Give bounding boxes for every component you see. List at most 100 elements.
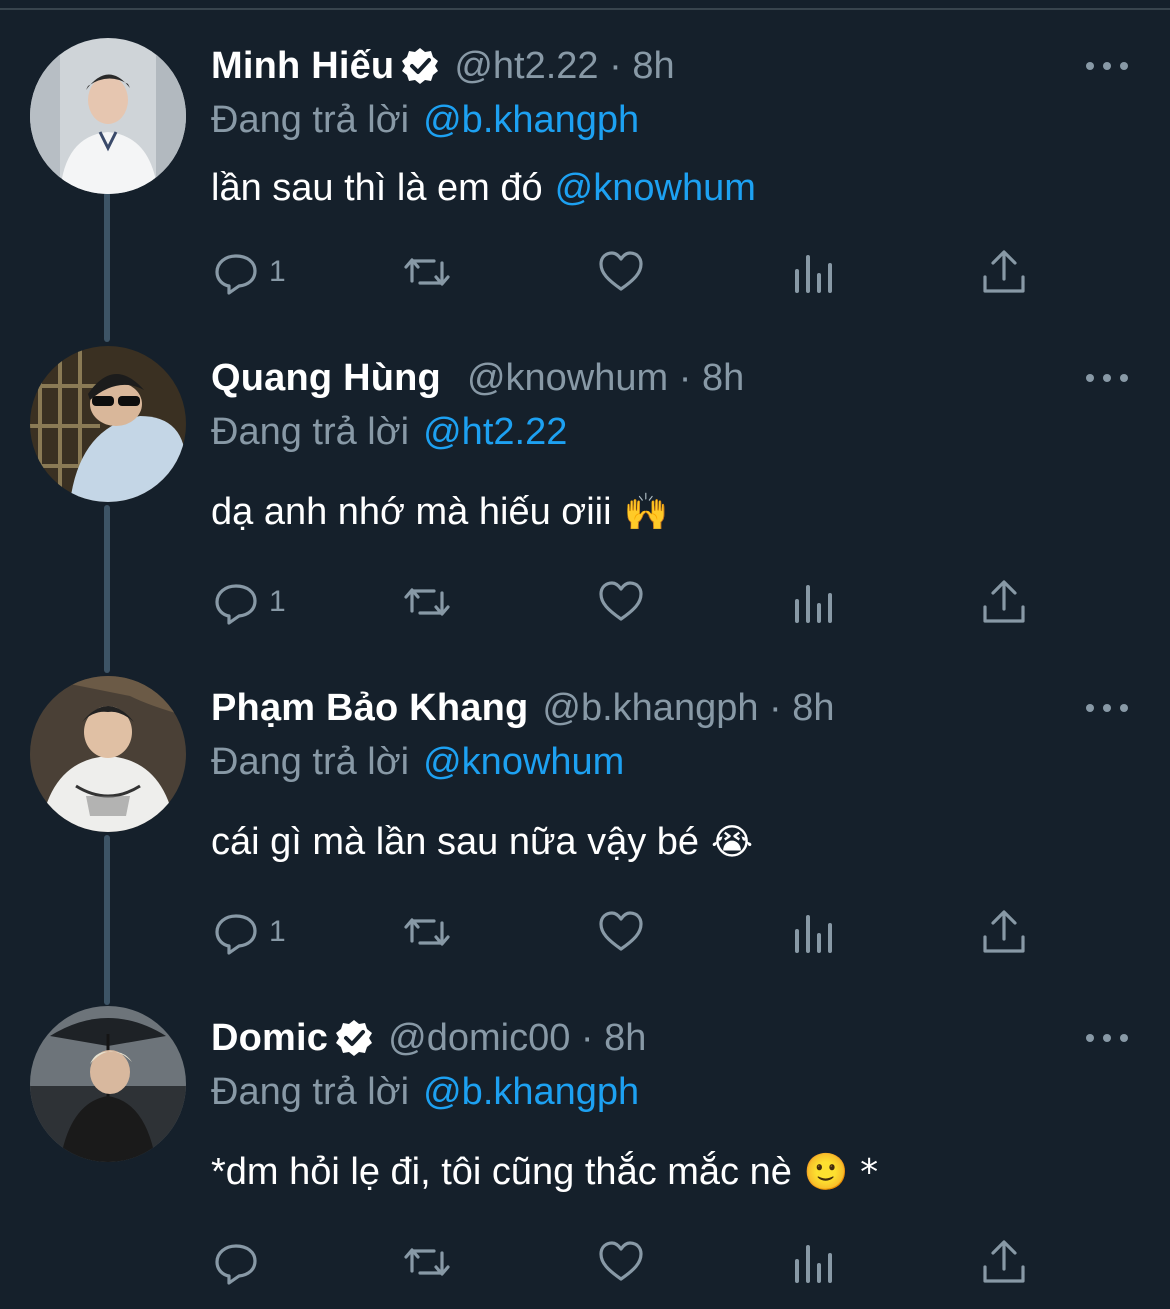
share-icon xyxy=(983,580,1025,623)
more-icon[interactable] xyxy=(1086,1028,1128,1048)
retweet-icon xyxy=(404,588,450,616)
retweet-icon xyxy=(404,1248,450,1276)
replying-to-mention[interactable]: @b.khangph xyxy=(423,99,639,142)
tweet-actions: 1 xyxy=(211,902,1041,962)
display-name[interactable]: Domic xyxy=(211,1017,328,1060)
handle-and-time[interactable]: @ht2.22 · 8h xyxy=(454,45,674,88)
reply-button[interactable]: 1 xyxy=(211,242,286,302)
analytics-icon xyxy=(795,1245,832,1283)
reply-icon xyxy=(215,1244,257,1285)
retweet-button[interactable] xyxy=(402,1232,452,1292)
retweet-icon xyxy=(404,918,450,946)
reply-button[interactable]: 1 xyxy=(211,902,286,962)
avatar[interactable] xyxy=(30,38,186,194)
handle-and-time[interactable]: @domic00 · 8h xyxy=(388,1017,646,1060)
reply-icon xyxy=(215,584,257,625)
replying-to: Đang trả lời @b.khangph xyxy=(211,94,639,146)
tweet-text-content: lần sau thì là em đó xyxy=(211,166,543,209)
tweet-actions: 1 xyxy=(211,572,1041,632)
tweet-text: dạ anh nhớ mà hiếu ơiii 🙌 xyxy=(211,486,668,538)
display-name[interactable]: Minh Hiếu xyxy=(211,45,394,88)
avatar[interactable] xyxy=(30,1006,186,1162)
share-icon xyxy=(983,250,1025,293)
avatar-image xyxy=(30,346,186,502)
share-button[interactable] xyxy=(979,572,1029,632)
display-name[interactable]: Phạm Bảo Khang xyxy=(211,687,528,730)
reply-icon xyxy=(215,914,257,955)
tweet-text-content: cái gì mà lần sau nữa vậy bé xyxy=(211,820,700,863)
tweet-header: Quang Hùng @knowhum · 8h xyxy=(211,350,744,406)
tweet-header: Domic @domic00 · 8h xyxy=(211,1010,646,1066)
retweet-button[interactable] xyxy=(402,572,452,632)
like-icon xyxy=(599,581,643,621)
like-button[interactable] xyxy=(596,1232,646,1292)
handle-and-time[interactable]: @knowhum · 8h xyxy=(467,357,744,400)
analytics-icon xyxy=(795,915,832,953)
reply-count: 1 xyxy=(269,585,286,618)
reply-count: 1 xyxy=(269,255,286,288)
tweet-actions: 1 xyxy=(211,242,1041,302)
tweet-text: lần sau thì là em đó @knowhum xyxy=(211,162,756,214)
like-button[interactable] xyxy=(596,572,646,632)
tweet-text-content: *dm hỏi lẹ đi, tôi cũng thắc mắc nè xyxy=(211,1150,792,1193)
more-icon[interactable] xyxy=(1086,368,1128,388)
thread-connector xyxy=(104,505,110,673)
share-icon xyxy=(983,910,1025,953)
tweet-text-content: dạ anh nhớ mà hiếu ơiii xyxy=(211,490,612,533)
retweet-button[interactable] xyxy=(402,902,452,962)
analytics-button[interactable] xyxy=(789,572,839,632)
replying-to-mention[interactable]: @b.khangph xyxy=(423,1071,639,1114)
tweet-emoji: 😭 xyxy=(711,821,754,863)
replying-to-mention[interactable]: @ht2.22 xyxy=(423,411,567,454)
like-icon xyxy=(599,1241,643,1281)
tweet-header: Phạm Bảo Khang @b.khangph · 8h xyxy=(211,680,835,736)
replying-to-label: Đang trả lời xyxy=(211,740,410,783)
handle-and-time[interactable]: @b.khangph · 8h xyxy=(542,687,834,730)
replying-to: Đang trả lời @ht2.22 xyxy=(211,406,567,458)
reply-icon xyxy=(215,254,257,295)
thread-connector xyxy=(104,835,110,1005)
share-button[interactable] xyxy=(979,1232,1029,1292)
share-icon xyxy=(983,1240,1025,1283)
replying-to-label: Đang trả lời xyxy=(211,410,410,453)
replying-to-mention[interactable]: @knowhum xyxy=(423,741,624,784)
share-button[interactable] xyxy=(979,902,1029,962)
tweet-emoji: 🙂 * xyxy=(803,1152,879,1193)
replying-to: Đang trả lời @b.khangph xyxy=(211,1066,639,1118)
analytics-icon xyxy=(795,585,832,623)
more-icon[interactable] xyxy=(1086,56,1128,76)
replying-to: Đang trả lời @knowhum xyxy=(211,736,624,788)
reply-button[interactable] xyxy=(211,1232,269,1292)
like-button[interactable] xyxy=(596,902,646,962)
avatar[interactable] xyxy=(30,676,186,832)
like-icon xyxy=(599,251,643,291)
analytics-button[interactable] xyxy=(789,242,839,302)
analytics-button[interactable] xyxy=(789,1232,839,1292)
like-icon xyxy=(599,911,643,951)
avatar[interactable] xyxy=(30,346,186,502)
verified-badge-icon xyxy=(402,48,439,84)
analytics-icon xyxy=(795,255,832,293)
tweet-header: Minh Hiếu @ht2.22 · 8h xyxy=(211,38,675,94)
share-button[interactable] xyxy=(979,242,1029,302)
replying-to-label: Đang trả lời xyxy=(211,1070,410,1113)
avatar-image xyxy=(30,676,186,832)
tweet-actions xyxy=(211,1232,1041,1292)
tweet-mention[interactable]: @knowhum xyxy=(555,167,756,210)
avatar-image xyxy=(30,1006,186,1162)
retweet-icon xyxy=(404,258,450,286)
replying-to-label: Đang trả lời xyxy=(211,98,410,141)
like-button[interactable] xyxy=(596,242,646,302)
verified-badge-icon xyxy=(336,1020,373,1056)
display-name[interactable]: Quang Hùng xyxy=(211,357,441,400)
tweet-text: cái gì mà lần sau nữa vậy bé 😭 xyxy=(211,816,753,868)
tweet-emoji: 🙌 xyxy=(623,492,669,533)
avatar-image xyxy=(30,38,186,194)
tweet-text: *dm hỏi lẹ đi, tôi cũng thắc mắc nè 🙂 * xyxy=(211,1146,878,1198)
tweet-thread: Minh Hiếu @ht2.22 · 8h Đang trả lời @b.k… xyxy=(0,0,1170,1309)
reply-button[interactable]: 1 xyxy=(211,572,286,632)
more-icon[interactable] xyxy=(1086,698,1128,718)
thread-connector xyxy=(104,192,110,342)
retweet-button[interactable] xyxy=(402,242,452,302)
analytics-button[interactable] xyxy=(789,902,839,962)
